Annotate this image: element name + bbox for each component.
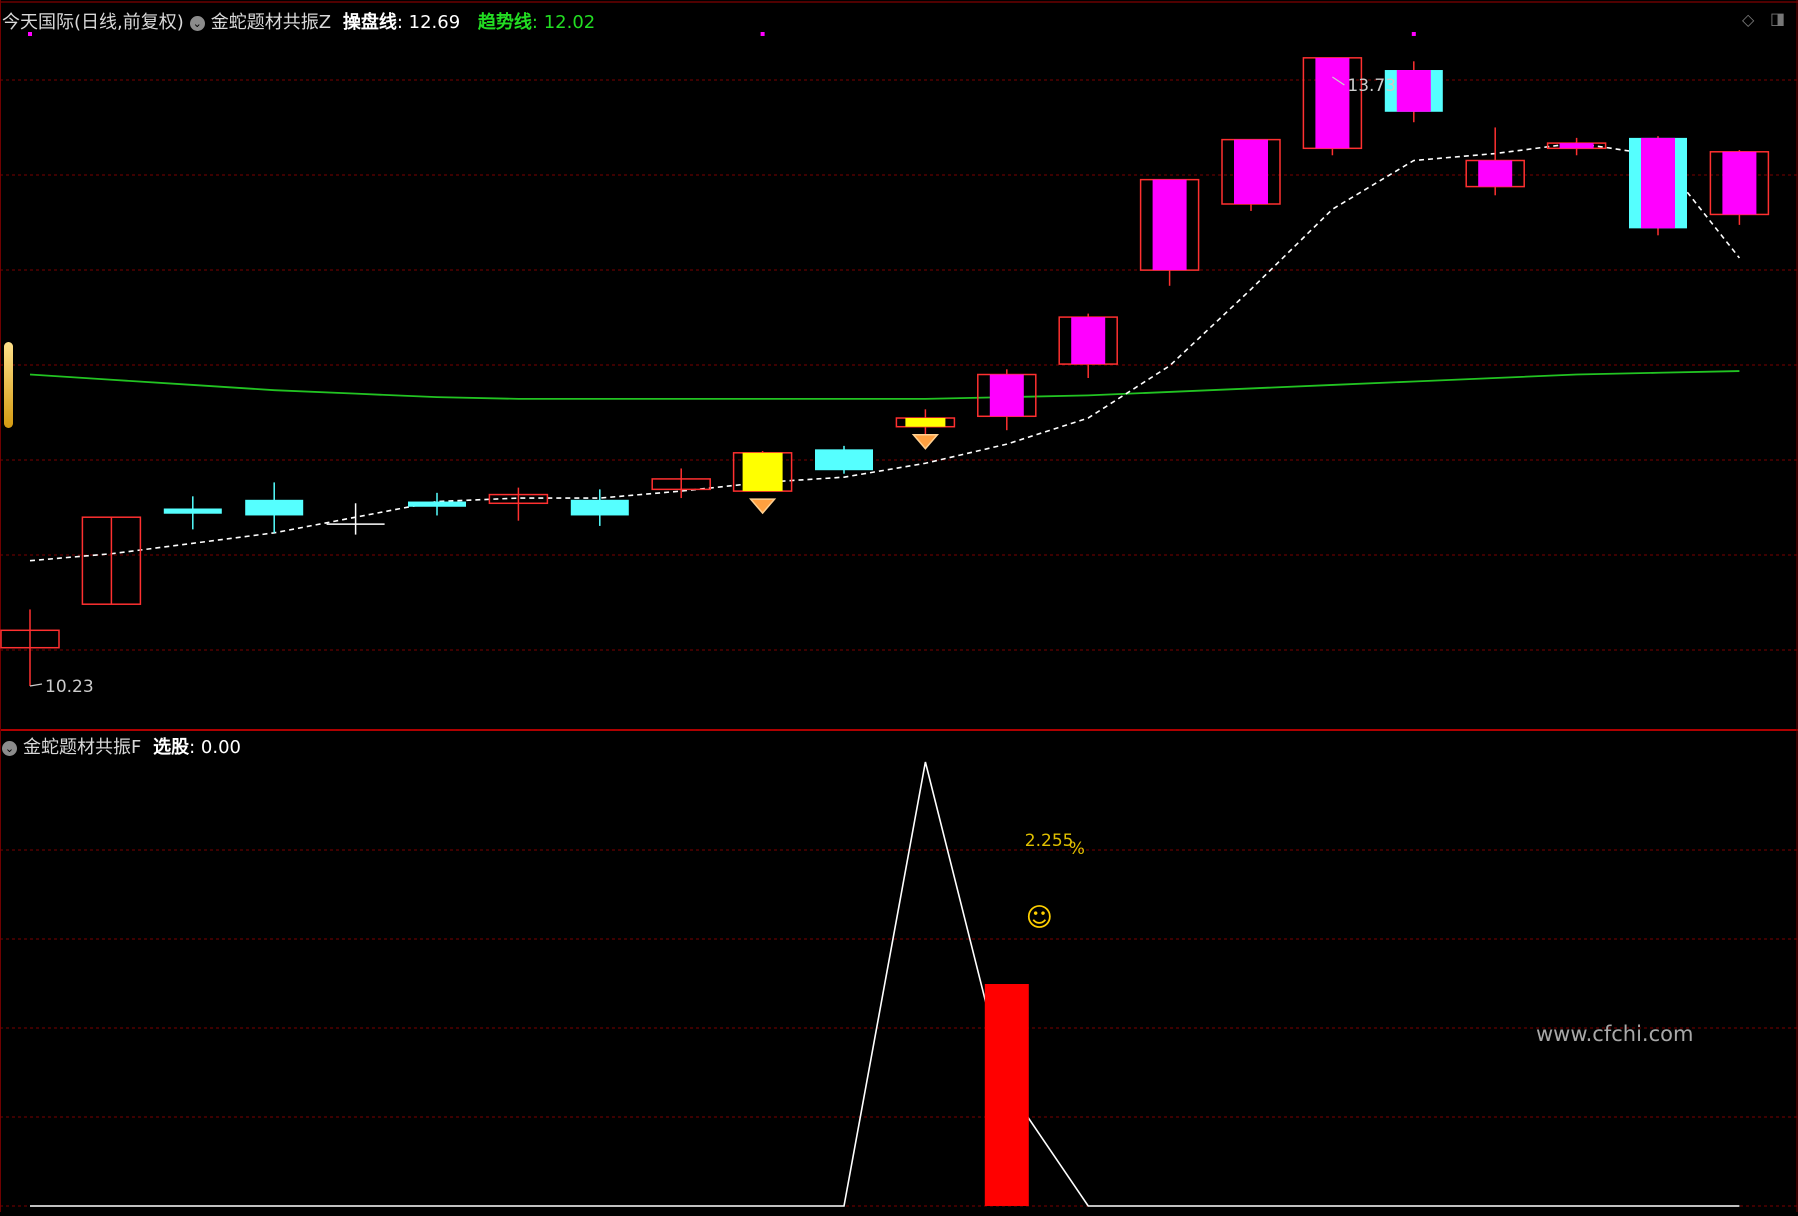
main-indicator-name[interactable]: 金蛇题材共振Z: [211, 12, 331, 33]
selection-line: [30, 761, 1740, 1207]
candle-body: [1071, 317, 1106, 365]
sub-panel-header: ⌄ 金蛇题材共振F 选股: 0.00: [2, 733, 253, 759]
price-marker-arrow: [29, 683, 43, 687]
chevron-down-icon[interactable]: ⌄: [2, 740, 17, 756]
line2-value: 12.02: [543, 12, 596, 33]
candle-body-inner: [1641, 137, 1675, 229]
candle-body: [815, 449, 873, 471]
candle-body: [1234, 139, 1268, 204]
candle-body: [1722, 151, 1757, 215]
main-panel-header: 今天国际(日线,前复权) ⌄ 金蛇题材共振Z 操盘线: 12.69 趋势线: 12.…: [2, 12, 596, 33]
trend-line: [29, 370, 1740, 400]
stock-label[interactable]: 今天国际(日线,前复权): [2, 12, 184, 33]
candle-body: [1152, 179, 1187, 271]
sub-value-label: 选股: [153, 737, 190, 758]
diamond-outline-icon[interactable]: ◇: [1742, 10, 1754, 29]
candle-body: [245, 499, 304, 516]
candle-body: [742, 452, 783, 492]
chart-canvas: 13.73 10.23 2.255% ☺ 今天国际(日线,前复权) ⌄ 金蛇题材共振Z 操…: [0, 0, 1798, 1212]
candle-body-inner: [1396, 70, 1431, 112]
scroll-handle[interactable]: [4, 342, 13, 428]
window-toggle-icon[interactable]: ◨: [1770, 9, 1785, 28]
candle-body: [1559, 143, 1594, 149]
line1-label: 操盘线: [342, 12, 397, 33]
diamond-icon: [911, 433, 940, 450]
signal-dot: [760, 32, 765, 36]
candle-body: [989, 374, 1024, 417]
candle-body: [408, 501, 466, 507]
candle-body: [163, 508, 222, 514]
signal-dot: [1411, 32, 1416, 36]
smiley-icon: ☺: [1026, 903, 1053, 933]
candle-body: [1478, 160, 1513, 187]
watermark: www.cfchi.com: [1536, 1022, 1694, 1046]
diamond-icon: [748, 498, 777, 515]
candle-body: [905, 418, 946, 427]
candle-body: [1315, 57, 1350, 149]
sub-value: 0.00: [200, 737, 241, 758]
chart-svg: 13.73 10.23 2.255% ☺: [0, 0, 1798, 1212]
sub-indicator-name[interactable]: 金蛇题材共振F: [23, 737, 141, 758]
line2-label: 趋势线: [477, 12, 532, 33]
selection-bar: [984, 984, 1029, 1206]
price-marker-label: 13.73: [1347, 76, 1396, 96]
candle-body: [570, 499, 629, 516]
line1-value: 12.69: [408, 12, 461, 33]
operation-line: [29, 142, 1741, 562]
price-marker-label: 10.23: [45, 677, 94, 697]
percentage-label: 2.255: [1025, 831, 1074, 851]
percentage-symbol: %: [1069, 839, 1085, 859]
chevron-down-icon[interactable]: ⌄: [189, 15, 205, 31]
